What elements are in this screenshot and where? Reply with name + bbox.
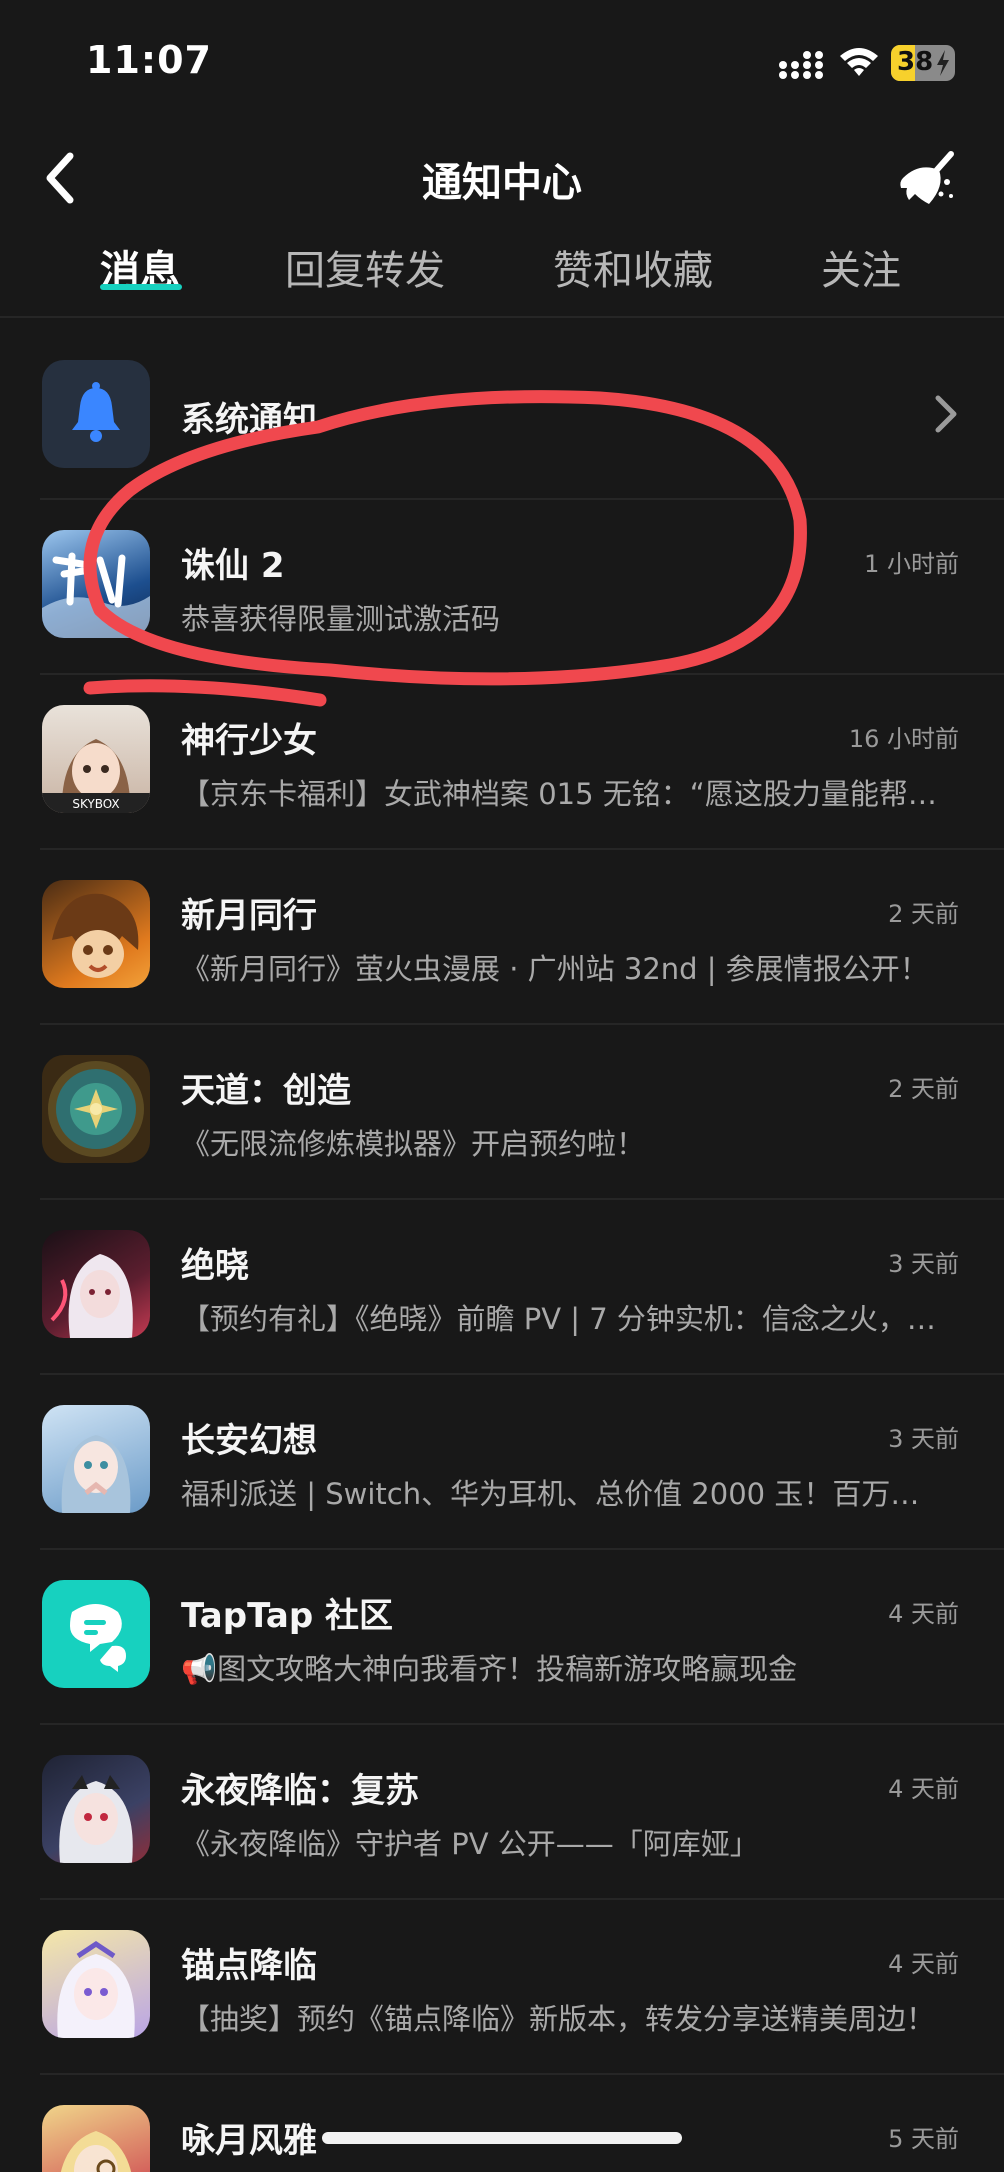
- game-avatar-tiandao: [42, 1055, 150, 1163]
- system-notice-label: 系统通知: [181, 400, 317, 440]
- game-avatar-zhuxian2: [42, 530, 150, 638]
- message-preview: 【京东卡福利】女武神档案 015 无铭：“愿这股力量能帮…: [181, 777, 937, 811]
- bell-icon: [72, 382, 120, 442]
- status-time: 11:07: [86, 38, 212, 82]
- battery-indicator: 38: [891, 45, 955, 81]
- message-preview: 福利派送 | Switch、华为耳机、总价值 2000 玉！百万…: [181, 1477, 920, 1511]
- message-time: 5 天前: [888, 2125, 959, 2153]
- game-avatar-maodianjianglin: [42, 1930, 150, 2038]
- game-avatar-yongyuefengya: [42, 2105, 150, 2172]
- sender-name: TapTap 社区: [181, 1596, 394, 1636]
- message-time: 4 天前: [888, 1775, 959, 1803]
- list-item[interactable]: 锚点降临 4 天前 【抽奖】预约《锚点降临》新版本，转发分享送精美周边！: [0, 1900, 1004, 2075]
- battery-percent: 38: [897, 47, 934, 77]
- wifi-icon: [840, 48, 878, 76]
- sender-name: 诛仙 2: [181, 546, 285, 586]
- message-preview: 《无限流修炼模拟器》开启预约啦！: [181, 1127, 646, 1161]
- tab-bar: 消息 回复转发 赞和收藏 关注: [0, 238, 1004, 318]
- signal-icon: [779, 51, 823, 79]
- sender-name: 绝晓: [181, 1246, 249, 1286]
- status-bar: 11:07 38: [0, 0, 1004, 125]
- message-time: 3 天前: [888, 1250, 959, 1278]
- system-notice-row[interactable]: 系统通知: [0, 330, 1004, 500]
- chat-bubbles-icon: [70, 1604, 126, 1672]
- home-indicator[interactable]: [322, 2132, 682, 2144]
- sender-name: 锚点降临: [181, 1946, 317, 1986]
- game-avatar-xinyuetongxing: [42, 880, 150, 988]
- system-notice-avatar: [42, 360, 150, 468]
- list-item[interactable]: 永夜降临：复苏 4 天前 《永夜降临》守护者 PV 公开——「阿库娅」: [0, 1725, 1004, 1900]
- message-time: 4 天前: [888, 1950, 959, 1978]
- divider: [0, 316, 1004, 318]
- message-preview: 【抽奖】预约《锚点降临》新版本，转发分享送精美周边！: [181, 2002, 936, 2036]
- message-preview: 【预约有礼】《绝晓》前瞻 PV | 7 分钟实机：信念之火，…: [181, 1302, 936, 1336]
- tab-replies-reposts[interactable]: 回复转发: [285, 238, 445, 296]
- game-avatar-shenxingshaonv: SKYBOX: [42, 705, 150, 813]
- clear-all-broom-icon[interactable]: [895, 148, 957, 210]
- message-time: 1 小时前: [864, 550, 959, 578]
- game-avatar-juexiao: [42, 1230, 150, 1338]
- list-item[interactable]: TapTap 社区 4 天前 📢图文攻略大神向我看齐！投稿新游攻略赢现金: [0, 1550, 1004, 1725]
- list-item[interactable]: 绝晓 3 天前 【预约有礼】《绝晓》前瞻 PV | 7 分钟实机：信念之火，…: [0, 1200, 1004, 1375]
- active-tab-indicator: [100, 284, 182, 290]
- charging-bolt-icon: [937, 50, 949, 76]
- sender-name: 天道：创造: [181, 1071, 351, 1111]
- sender-name: 永夜降临：复苏: [181, 1771, 419, 1811]
- list-item[interactable]: 长安幻想 3 天前 福利派送 | Switch、华为耳机、总价值 2000 玉！…: [0, 1375, 1004, 1550]
- sender-name: 新月同行: [181, 896, 317, 936]
- tab-following[interactable]: 关注: [821, 238, 901, 296]
- list-item[interactable]: 咏月风雅 5 天前: [0, 2075, 1004, 2172]
- list-item[interactable]: 天道：创造 2 天前 《无限流修炼模拟器》开启预约啦！: [0, 1025, 1004, 1200]
- message-time: 2 天前: [888, 900, 959, 928]
- chevron-right-icon: [935, 395, 957, 433]
- game-avatar-yongyejianglin: [42, 1755, 150, 1863]
- message-time: 2 天前: [888, 1075, 959, 1103]
- message-time: 3 天前: [888, 1425, 959, 1453]
- tab-likes-favorites[interactable]: 赞和收藏: [553, 238, 713, 296]
- message-preview: 📢图文攻略大神向我看齐！投稿新游攻略赢现金: [181, 1652, 798, 1686]
- game-avatar-changanhuanxiang: [42, 1405, 150, 1513]
- notification-list: 系统通知 诛仙 2 1 小时前 恭喜获得限量测试激活码 SKYBOX 神行少女 …: [0, 330, 1004, 2172]
- message-time: 4 天前: [888, 1600, 959, 1628]
- message-time: 16 小时前: [848, 725, 959, 753]
- sender-name: 咏月风雅: [181, 2121, 317, 2161]
- list-item[interactable]: 诛仙 2 1 小时前 恭喜获得限量测试激活码: [0, 500, 1004, 675]
- list-item[interactable]: SKYBOX 神行少女 16 小时前 【京东卡福利】女武神档案 015 无铭：“…: [0, 675, 1004, 850]
- message-preview: 《新月同行》萤火虫漫展 · 广州站 32nd | 参展情报公开！: [181, 952, 929, 986]
- page-title: 通知中心: [422, 160, 582, 206]
- svg-text:SKYBOX: SKYBOX: [72, 797, 119, 811]
- sender-name: 长安幻想: [181, 1421, 317, 1461]
- sender-name: 神行少女: [181, 721, 317, 761]
- taptap-community-avatar: [42, 1580, 150, 1688]
- message-preview: 恭喜获得限量测试激活码: [181, 602, 501, 636]
- list-item[interactable]: 新月同行 2 天前 《新月同行》萤火虫漫展 · 广州站 32nd | 参展情报公…: [0, 850, 1004, 1025]
- message-preview: 《永夜降临》守护者 PV 公开——「阿库娅」: [181, 1827, 759, 1861]
